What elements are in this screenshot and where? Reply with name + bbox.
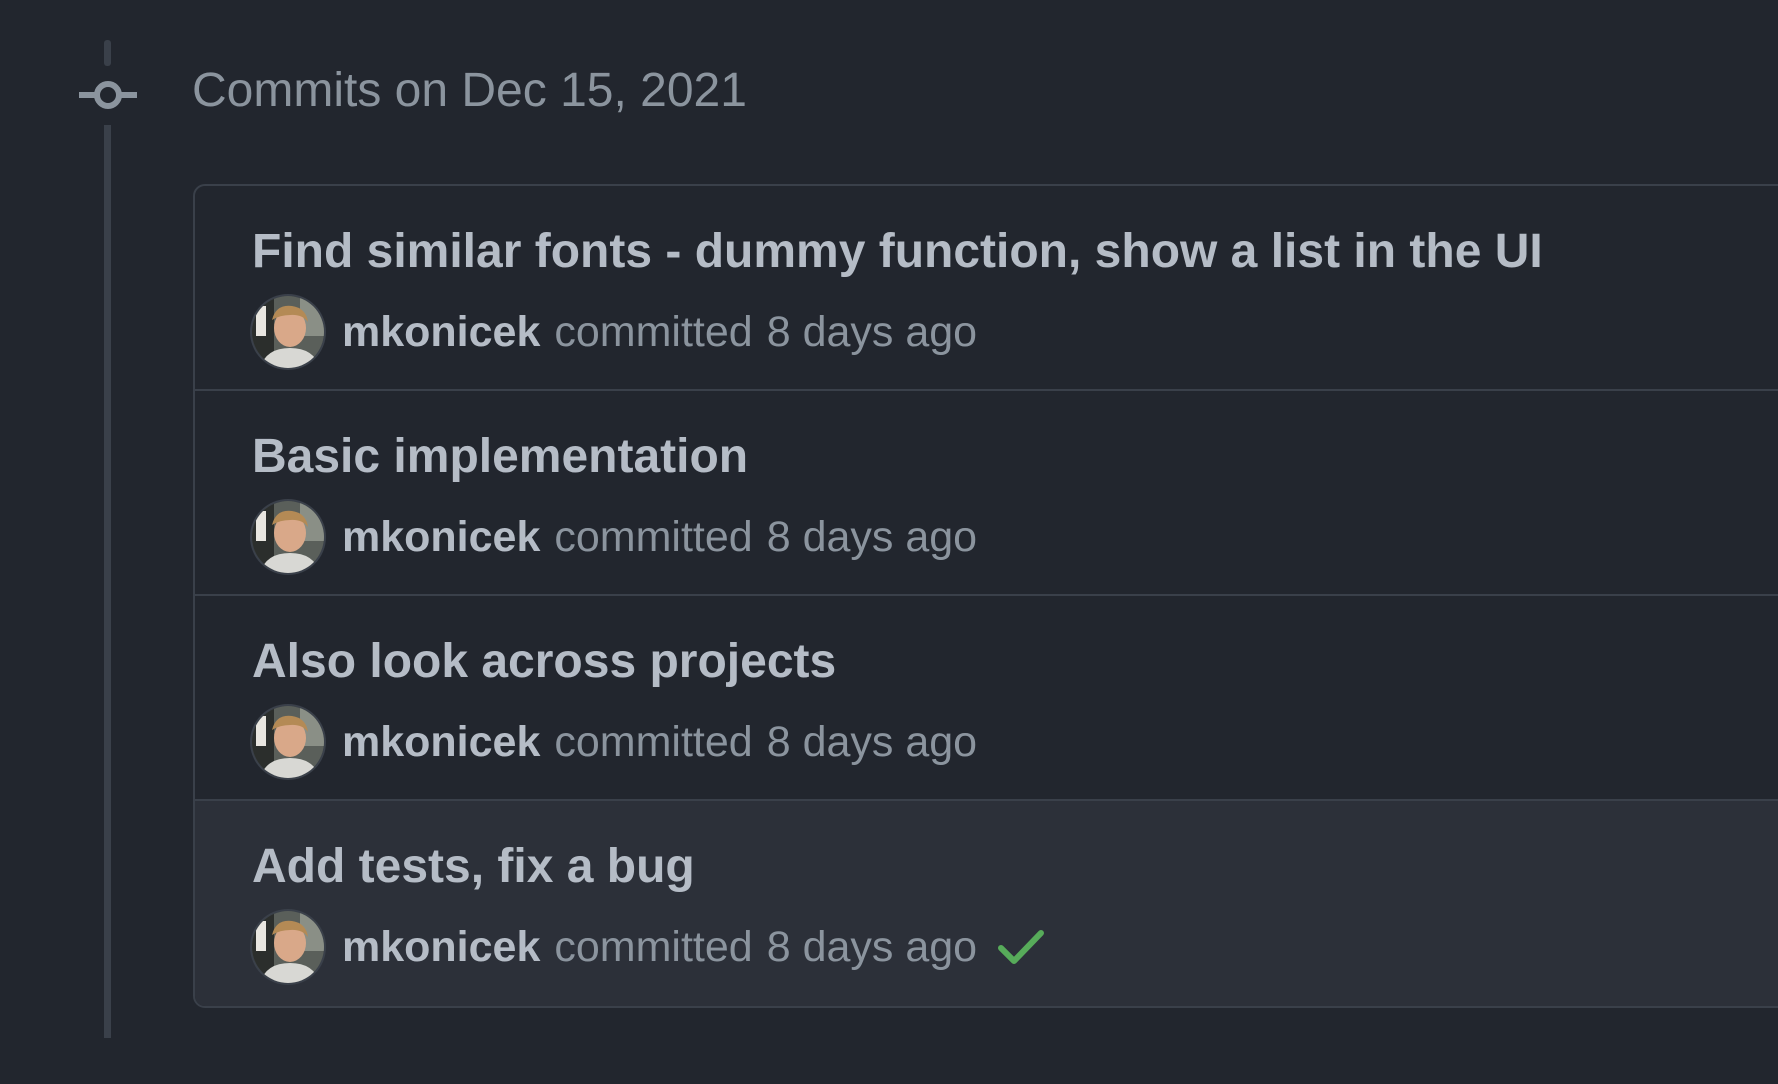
commit-row[interactable]: Also look across projects mkonicek commi… — [195, 596, 1778, 801]
author-link[interactable]: mkonicek — [342, 308, 540, 357]
commit-meta: mkonicek committed 8 days ago — [252, 909, 1045, 985]
commit-action-text: committed — [554, 512, 753, 561]
commit-title-link[interactable]: Find similar fonts - dummy function, sho… — [252, 222, 1543, 282]
author-link[interactable]: mkonicek — [342, 513, 540, 562]
commit-row[interactable]: Basic implementation mkonicek committed — [195, 391, 1778, 596]
commit-time[interactable]: 8 days ago — [767, 718, 977, 767]
commit-title-link[interactable]: Add tests, fix a bug — [252, 837, 695, 897]
author-avatar[interactable] — [252, 296, 324, 368]
commit-row[interactable]: Find similar fonts - dummy function, sho… — [195, 186, 1778, 391]
commit-title-link[interactable]: Also look across projects — [252, 632, 836, 692]
commit-row[interactable]: Add tests, fix a bug mkonicek committed — [195, 801, 1778, 1006]
commit-action-text: committed — [554, 307, 753, 356]
commit-time[interactable]: 8 days ago — [767, 513, 977, 562]
author-avatar[interactable] — [252, 501, 324, 573]
git-commit-icon — [79, 81, 137, 109]
commit-meta: mkonicek committed 8 days ago — [252, 294, 977, 370]
success-check-icon[interactable] — [997, 927, 1045, 967]
commit-list: Find similar fonts - dummy function, sho… — [193, 184, 1778, 1008]
commit-title-link[interactable]: Basic implementation — [252, 427, 748, 487]
author-link[interactable]: mkonicek — [342, 923, 540, 972]
commit-meta: mkonicek committed 8 days ago — [252, 704, 977, 780]
author-link[interactable]: mkonicek — [342, 718, 540, 767]
commit-time[interactable]: 8 days ago — [767, 923, 977, 972]
timeline-line — [104, 125, 111, 1038]
commit-group-heading: Commits on Dec 15, 2021 — [192, 64, 747, 117]
timeline-line-top — [104, 40, 111, 66]
commit-action-text: committed — [554, 922, 753, 971]
author-avatar[interactable] — [252, 706, 324, 778]
commit-time[interactable]: 8 days ago — [767, 308, 977, 357]
commit-meta: mkonicek committed 8 days ago — [252, 499, 977, 575]
commit-action-text: committed — [554, 717, 753, 766]
commits-page: Commits on Dec 15, 2021 Find similar fon… — [0, 0, 1778, 1084]
author-avatar[interactable] — [252, 911, 324, 983]
